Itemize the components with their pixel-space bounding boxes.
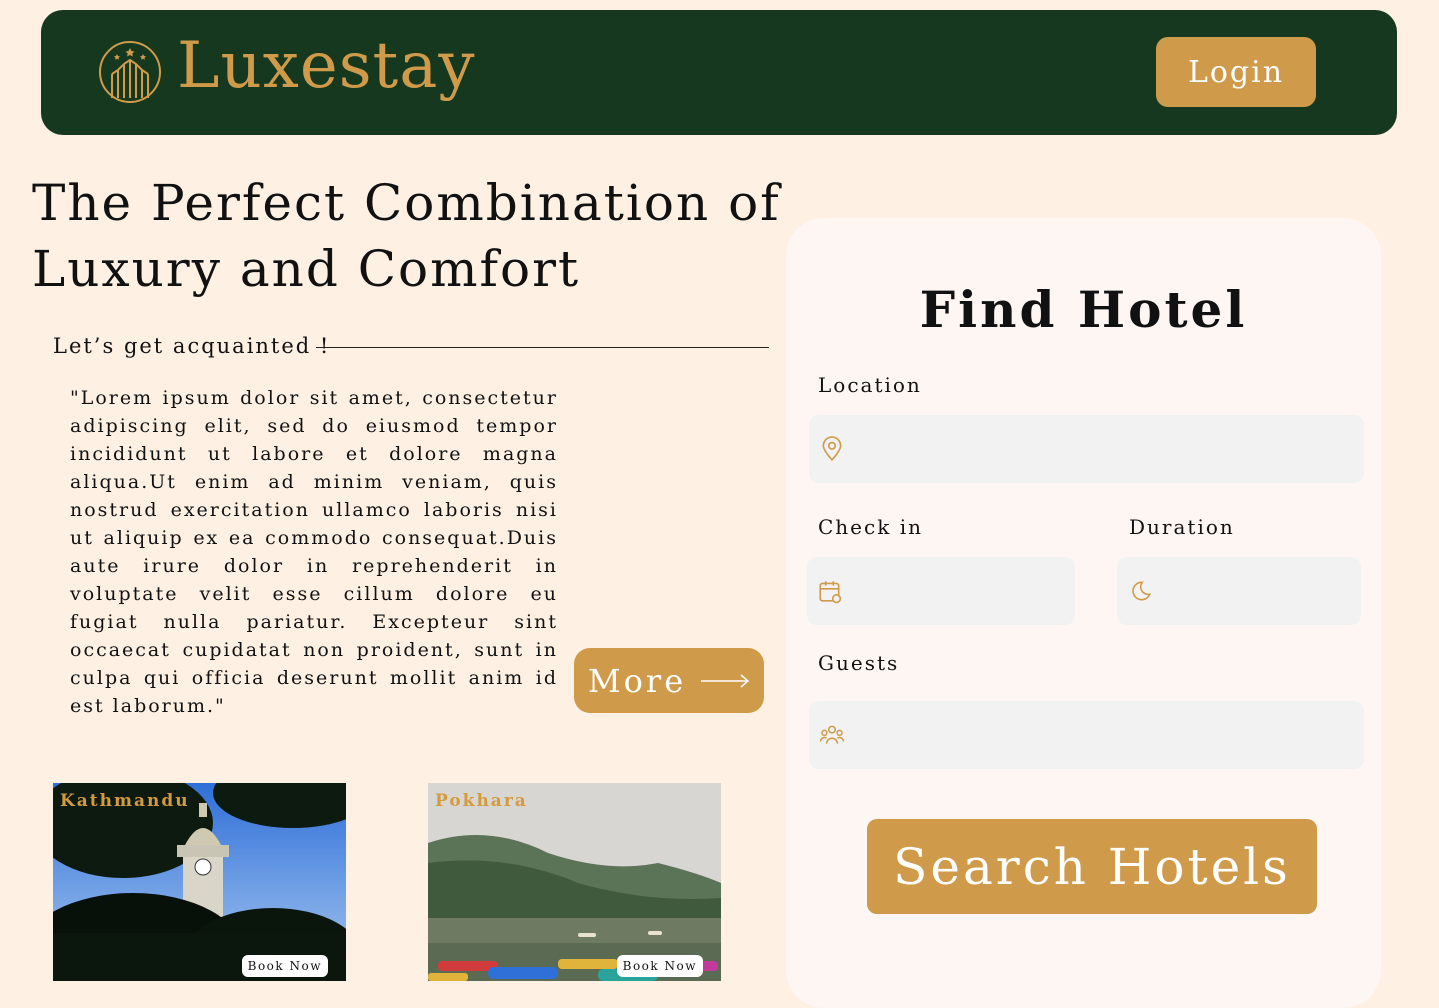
location-label: Location bbox=[818, 373, 922, 397]
brand-name[interactable]: Luxestay bbox=[177, 28, 476, 105]
top-navbar: Luxestay Login bbox=[41, 10, 1397, 135]
guests-field[interactable] bbox=[809, 701, 1364, 769]
moon-icon bbox=[1132, 581, 1152, 601]
destination-card-kathmandu[interactable]: Kathmandu Book Now bbox=[53, 783, 346, 981]
location-pin-icon bbox=[822, 436, 842, 462]
pokhara-photo bbox=[428, 783, 721, 981]
more-button[interactable]: More bbox=[574, 648, 764, 713]
duration-field[interactable] bbox=[1117, 557, 1398, 625]
calendar-icon bbox=[819, 581, 842, 604]
duration-label: Duration bbox=[1129, 515, 1235, 539]
book-now-button[interactable]: Book Now bbox=[616, 955, 703, 977]
location-field[interactable] bbox=[809, 415, 1364, 483]
duration-input[interactable] bbox=[1153, 557, 1398, 625]
panel-title: Find Hotel bbox=[919, 280, 1248, 339]
login-button[interactable]: Login bbox=[1156, 37, 1316, 107]
hero-title: The Perfect Combination of Luxury and Co… bbox=[32, 174, 781, 298]
guests-icon bbox=[819, 725, 845, 744]
more-label: More bbox=[587, 661, 687, 700]
card-city-label: Pokhara bbox=[435, 791, 528, 811]
find-hotel-panel: Find Hotel Location Check in Duration Gu… bbox=[786, 218, 1398, 1008]
book-now-button[interactable]: Book Now bbox=[241, 955, 328, 977]
guests-label: Guests bbox=[818, 651, 900, 675]
checkin-field[interactable] bbox=[807, 557, 1088, 625]
hotel-logo-icon[interactable] bbox=[98, 40, 162, 104]
checkin-label: Check in bbox=[818, 515, 923, 539]
card-city-label: Kathmandu bbox=[60, 791, 190, 811]
arrow-right-icon bbox=[701, 673, 750, 688]
hero-subtitle: Let’s get acquainted ! bbox=[53, 334, 331, 358]
location-input[interactable] bbox=[845, 415, 1364, 483]
checkin-input[interactable] bbox=[843, 557, 1088, 625]
search-hotels-button[interactable]: Search Hotels bbox=[867, 819, 1317, 914]
hero-body-text: "Lorem ipsum dolor sit amet, consectetur… bbox=[70, 387, 558, 717]
kathmandu-photo bbox=[53, 783, 346, 981]
divider bbox=[316, 347, 769, 348]
destination-card-pokhara[interactable]: Pokhara Book Now bbox=[428, 783, 721, 981]
guests-input[interactable] bbox=[845, 701, 1364, 769]
